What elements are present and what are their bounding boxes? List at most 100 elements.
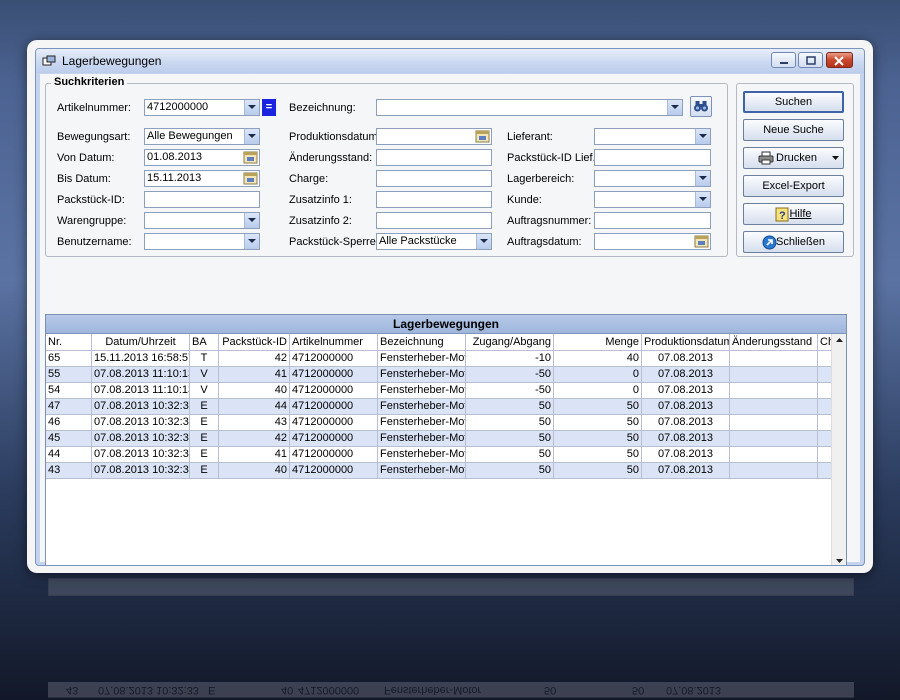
packstueck-sperre-dropdown-button[interactable] (476, 234, 491, 249)
bezeichnung-combo[interactable] (376, 99, 683, 116)
packstueck-sperre-select[interactable]: Alle Packstücke (376, 233, 492, 250)
column-header-ba[interactable]: BA (190, 334, 219, 351)
aenderungsstand-field[interactable] (376, 149, 492, 166)
column-header-packstueck-id[interactable]: Packstück-ID (219, 334, 290, 351)
cell-zugang-abgang: 50 (466, 399, 554, 415)
drucken-button[interactable]: Drucken (743, 147, 844, 169)
arrow-up-icon (836, 338, 843, 342)
table-row[interactable]: 65 15.11.2013 16:58:57 T 42 4712000000 Fenste… (46, 351, 836, 367)
packstueck-id-label: Packstück-ID: (57, 194, 125, 206)
cell-ba: E (190, 415, 219, 431)
chevron-down-icon (480, 239, 488, 243)
cell-datum: 07.08.2013 10:32:34 (92, 431, 190, 447)
kunde-dropdown-button[interactable] (695, 192, 710, 207)
table-row[interactable]: 55 07.08.2013 11:10:13 V 41 4712000000 Fenste… (46, 367, 836, 383)
cell-datum: 07.08.2013 11:10:13 (92, 383, 190, 399)
binoculars-search-button[interactable] (690, 96, 712, 117)
cell-nr: 54 (46, 383, 92, 399)
column-header-zugang-abgang[interactable]: Zugang/Abgang (466, 334, 554, 351)
bis-datum-field[interactable]: 15.11.2013 (144, 170, 260, 187)
table-row[interactable]: 47 07.08.2013 10:32:34 E 44 4712000000 Fenste… (46, 399, 836, 415)
calendar-icon[interactable] (243, 172, 258, 185)
equals-operator-button[interactable]: = (262, 99, 276, 116)
app-icon (42, 55, 56, 66)
bezeichnung-dropdown-button[interactable] (667, 100, 682, 115)
packstueck-id-field[interactable] (144, 191, 260, 208)
column-header-nr[interactable]: Nr. (46, 334, 92, 351)
bis-datum-label: Bis Datum: (57, 173, 111, 185)
cell-aenderungsstand (730, 351, 818, 367)
minimize-button[interactable] (771, 52, 796, 68)
cell-aenderungsstand (730, 463, 818, 479)
binoculars-icon (694, 101, 708, 112)
column-header-produktionsdatum[interactable]: Produktionsdatum (642, 334, 730, 351)
von-datum-field[interactable]: 01.08.2013 (144, 149, 260, 166)
calendar-icon[interactable] (694, 235, 709, 248)
warengruppe-dropdown-button[interactable] (244, 213, 259, 228)
title-bar[interactable]: Lagerbewegungen (36, 49, 864, 73)
benutzername-dropdown-button[interactable] (244, 234, 259, 249)
scroll-down-button[interactable] (832, 555, 847, 565)
cell-bezeichnung: Fensterheber-Motor (378, 463, 466, 479)
table-row[interactable]: 45 07.08.2013 10:32:34 E 42 4712000000 Fenste… (46, 431, 836, 447)
zusatzinfo1-field[interactable] (376, 191, 492, 208)
cell-aenderungsstand (730, 367, 818, 383)
close-button[interactable] (826, 52, 853, 68)
auftragsdatum-field[interactable] (594, 233, 711, 250)
cell-artikelnummer: 4712000000 (290, 415, 378, 431)
lagerbereich-select[interactable] (594, 170, 711, 187)
table-row[interactable]: 44 07.08.2013 10:32:34 E 41 4712000000 Fenste… (46, 447, 836, 463)
calendar-icon[interactable] (243, 151, 258, 164)
bewegungsart-dropdown-button[interactable] (244, 129, 259, 144)
cell-ba: E (190, 463, 219, 479)
artikelnummer-combo[interactable]: 4712000000 (144, 99, 260, 116)
cell-zugang-abgang: 50 (466, 463, 554, 479)
zusatzinfo2-label: Zusatzinfo 2: (289, 215, 352, 227)
column-header-artikelnummer[interactable]: Artikelnummer (290, 334, 378, 351)
schliessen-button[interactable]: Schließen (743, 231, 844, 253)
cell-ba: E (190, 399, 219, 415)
cell-zugang-abgang: -50 (466, 367, 554, 383)
kunde-select[interactable] (594, 191, 711, 208)
calendar-icon[interactable] (475, 130, 490, 143)
lieferant-select[interactable] (594, 128, 711, 145)
table-row[interactable]: 46 07.08.2013 10:32:34 E 43 4712000000 Fenste… (46, 415, 836, 431)
zusatzinfo2-field[interactable] (376, 212, 492, 229)
table-row[interactable]: 43 07.08.2013 10:32:33 E 40 4712000000 Fenste… (46, 463, 836, 479)
warengruppe-select[interactable] (144, 212, 260, 229)
neue-suche-button[interactable]: Neue Suche (743, 119, 844, 141)
hilfe-button[interactable]: ? Hilfe (743, 203, 844, 225)
auftragsnummer-field[interactable] (594, 212, 711, 229)
suchen-button[interactable]: Suchen (743, 91, 844, 113)
bewegungsart-select[interactable]: Alle Bewegungen (144, 128, 260, 145)
table-row[interactable]: 54 07.08.2013 11:10:13 V 40 4712000000 Fenste… (46, 383, 836, 399)
artikelnummer-dropdown-button[interactable] (244, 100, 259, 115)
cell-packstueck-id: 40 (219, 383, 290, 399)
lieferant-dropdown-button[interactable] (695, 129, 710, 144)
excel-export-button[interactable]: Excel-Export (743, 175, 844, 197)
window-frame: Lagerbewegungen Suchkriterien Artikelnum… (35, 48, 865, 566)
cell-packstueck-id: 41 (219, 367, 290, 383)
cell-produktionsdatum: 07.08.2013 (642, 367, 730, 383)
benutzername-select[interactable] (144, 233, 260, 250)
produktionsdatum-field[interactable] (376, 128, 492, 145)
lagerbereich-dropdown-button[interactable] (695, 171, 710, 186)
maximize-button[interactable] (798, 52, 823, 68)
von-datum-value: 01.08.2013 (147, 151, 203, 163)
column-header-aenderungsstand[interactable]: Änderungsstand (730, 334, 818, 351)
app-window: Lagerbewegungen Suchkriterien Artikelnum… (27, 40, 873, 573)
charge-field[interactable] (376, 170, 492, 187)
cell-ba: T (190, 351, 219, 367)
packstueck-id-lief-field[interactable] (594, 149, 711, 166)
cell-produktionsdatum: 07.08.2013 (642, 415, 730, 431)
scroll-up-button[interactable] (832, 334, 847, 349)
column-header-menge[interactable]: Menge (554, 334, 642, 351)
vertical-scrollbar[interactable] (831, 334, 847, 565)
lagerbewegungen-grid: Lagerbewegungen Nr. Datum/Uhrzeit BA Packst… (45, 314, 847, 565)
window-title: Lagerbewegungen (62, 54, 162, 68)
column-header-datum[interactable]: Datum/Uhrzeit (92, 334, 190, 351)
cell-zugang-abgang: 50 (466, 431, 554, 447)
cell-nr: 47 (46, 399, 92, 415)
column-header-bezeichnung[interactable]: Bezeichnung (378, 334, 466, 351)
cell-nr: 46 (46, 415, 92, 431)
